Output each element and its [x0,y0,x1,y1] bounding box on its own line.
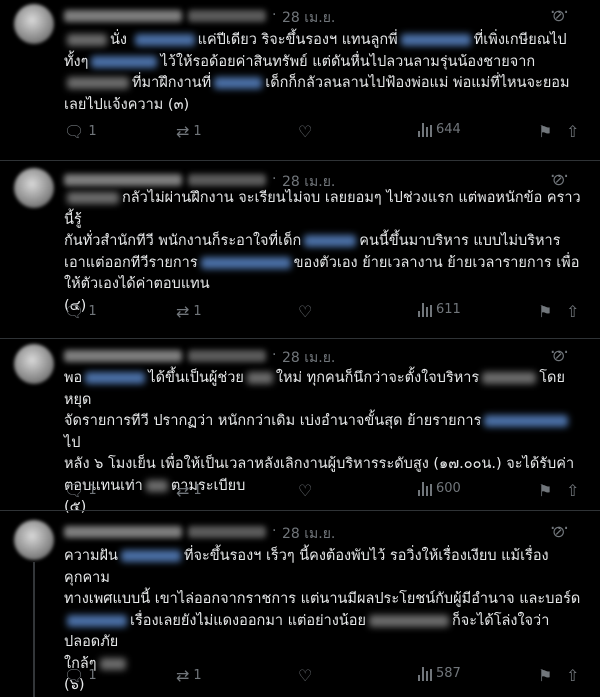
reply-button[interactable]: 🗨 1 [64,666,97,685]
more-icon[interactable]: ··· [550,166,570,187]
share-button[interactable]: ⇧ [566,122,579,141]
display-name[interactable] [64,526,182,538]
views-button[interactable]: 600 [418,481,461,496]
timestamp[interactable]: 28 เม.ย. [282,7,335,29]
timestamp[interactable]: 28 เม.ย. [282,347,335,369]
tweet-text: กลัวไม่ผ่านฝึกงาน จะเรียนไม่จบ เลยยอมๆ ไ… [64,190,581,314]
avatar[interactable] [14,4,54,44]
repost-icon: ⇄ [176,481,190,500]
tweet-header: · 28 เม.ย. ⊘ ··· [64,2,584,29]
tweet[interactable]: · 28 เม.ย. ⊘ ··· ความฝัน ที่จะขึ้นรองฯ เร… [0,518,600,697]
share-icon: ⇧ [566,122,580,141]
views-bar-icon [418,666,432,681]
avatar[interactable] [14,344,54,384]
bookmark-button[interactable]: ⚑ [538,302,552,321]
display-name[interactable] [64,174,182,186]
display-name[interactable] [64,10,182,22]
repost-icon: ⇄ [176,302,190,321]
bookmark-icon: ⚑ [538,666,553,685]
more-icon[interactable]: ··· [550,518,570,539]
bookmark-button[interactable]: ⚑ [538,666,552,685]
tweet-actions: 🗨 1 ⇄ 1 ♡ 611 ⚑ ⇧ [58,302,579,324]
heart-icon: ♡ [298,302,313,321]
views-button[interactable]: 587 [418,666,461,681]
repost-icon: ⇄ [176,666,190,685]
share-icon: ⇧ [566,481,580,500]
tweet[interactable]: · 28 เม.ย. ⊘ ··· กลัวไม่ผ่านฝึกงาน จะเรี… [0,166,600,338]
repost-button[interactable]: ⇄ 1 [176,302,202,321]
repost-icon: ⇄ [176,122,190,141]
tweet-header: · 28 เม.ย. ⊘ ··· [64,166,584,190]
tweet-actions: 🗨 1 ⇄ 1 ♡ 587 ⚑ ⇧ [58,666,579,688]
bookmark-icon: ⚑ [538,481,553,500]
tweet-text: นั่ง แค่ปีเดียว ริจะขึ้นรองฯ แทนลูกพี่ ที… [64,32,570,113]
tweet[interactable]: · 28 เม.ย. ⊘ ··· นั่ง แค่ปีเดียว ริจะขึ้… [0,2,600,164]
share-icon: ⇧ [566,302,580,321]
heart-icon: ♡ [298,122,313,141]
more-icon[interactable]: ··· [550,2,570,23]
reply-button[interactable]: 🗨 1 [64,481,97,500]
reply-button[interactable]: 🗨 1 [64,302,97,321]
heart-icon: ♡ [298,666,313,685]
tweet-divider [0,510,600,511]
like-button[interactable]: ♡ [298,122,312,141]
reply-icon: 🗨 [64,302,85,321]
thread-line [33,562,35,697]
reply-icon: 🗨 [64,481,85,500]
repost-button[interactable]: ⇄ 1 [176,481,202,500]
bookmark-button[interactable]: ⚑ [538,481,552,500]
views-bar-icon [418,302,432,317]
share-button[interactable]: ⇧ [566,302,579,321]
bookmark-button[interactable]: ⚑ [538,122,552,141]
tweet-header: · 28 เม.ย. ⊘ ··· [64,342,584,369]
tweet[interactable]: · 28 เม.ย. ⊘ ··· พอ ได้ขึ้นเป็นผู้ช่วย ใหม… [0,342,600,515]
repost-button[interactable]: ⇄ 1 [176,122,202,141]
user-handle[interactable] [188,526,266,538]
user-handle[interactable] [188,350,266,362]
views-bar-icon [418,122,432,137]
tweet-actions: 🗨 1 ⇄ 1 ♡ 644 ⚑ ⇧ [58,122,579,144]
share-button[interactable]: ⇧ [566,481,579,500]
reply-icon: 🗨 [64,666,85,685]
tweet-actions: 🗨 1 ⇄ 1 ♡ 600 ⚑ ⇧ [58,481,579,503]
user-handle[interactable] [188,174,266,186]
views-bar-icon [418,481,432,496]
share-icon: ⇧ [566,666,580,685]
like-button[interactable]: ♡ [298,666,312,685]
reply-button[interactable]: 🗨 1 [64,122,97,141]
bookmark-icon: ⚑ [538,122,553,141]
avatar[interactable] [14,520,54,560]
views-button[interactable]: 611 [418,302,461,317]
display-name[interactable] [64,350,182,362]
more-icon[interactable]: ··· [550,342,570,363]
tweet-divider [0,338,600,339]
views-button[interactable]: 644 [418,122,461,137]
reply-icon: 🗨 [64,122,85,141]
repost-button[interactable]: ⇄ 1 [176,666,202,685]
avatar[interactable] [14,168,54,208]
user-handle[interactable] [188,10,266,22]
tweet-header: · 28 เม.ย. ⊘ ··· [64,518,584,545]
like-button[interactable]: ♡ [298,302,312,321]
timestamp[interactable]: 28 เม.ย. [282,523,335,545]
tweet-divider [0,160,600,161]
heart-icon: ♡ [298,481,313,500]
share-button[interactable]: ⇧ [566,666,579,685]
bookmark-icon: ⚑ [538,302,553,321]
like-button[interactable]: ♡ [298,481,312,500]
